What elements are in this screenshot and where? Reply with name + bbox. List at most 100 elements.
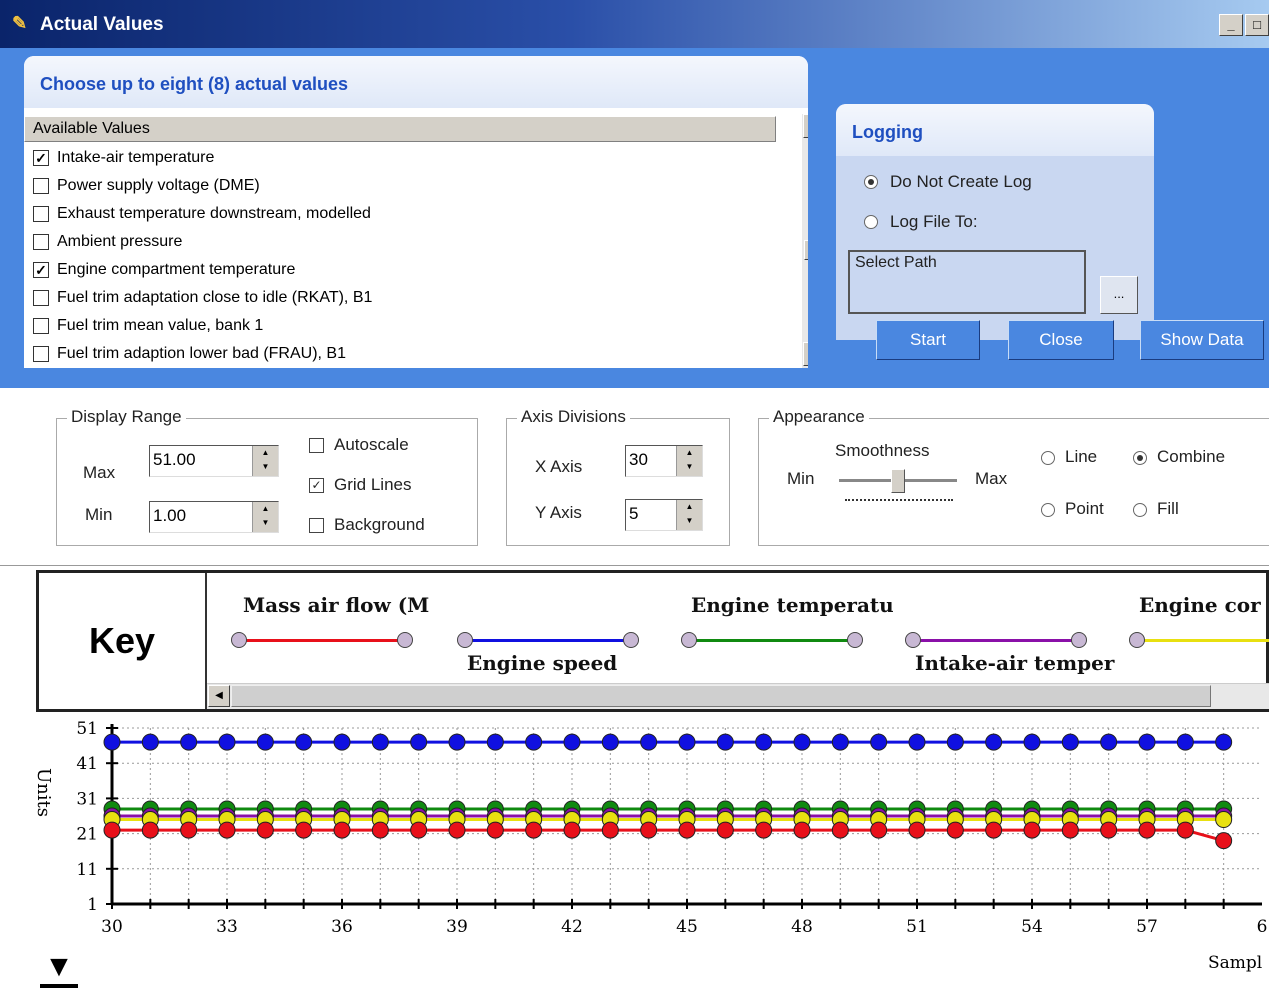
no-log-radio[interactable]: Do Not Create Log [864, 172, 1032, 192]
data-point [180, 821, 198, 839]
key-handle-icon [1129, 632, 1145, 648]
y-tick-label: 1 [87, 895, 98, 915]
list-header[interactable]: Available Values [24, 116, 776, 142]
minimize-button[interactable]: _ [1219, 14, 1243, 36]
point-radio-dot[interactable] [1041, 502, 1055, 517]
list-item[interactable]: ✓ Intake-air temperature [24, 144, 776, 172]
display-range-group: Display Range Max 51.00 ▲ ▼ Min 1.00 ▲ ▼ A… [56, 407, 478, 546]
close-button[interactable]: Close [1008, 320, 1114, 360]
log-file-radio-dot[interactable] [864, 215, 878, 229]
data-point [1061, 733, 1079, 751]
appearance-group: Appearance Smoothness Min Max Line Combi… [758, 407, 1269, 546]
grid-lines-checkbox[interactable]: ✓ Grid Lines [309, 475, 411, 495]
key-legend: Key Mass air flow (M Engine speed Engine… [36, 570, 1269, 712]
max-value[interactable]: 51.00 [153, 450, 196, 469]
scroll-thumb[interactable] [804, 240, 808, 260]
key-label-engine-speed: Engine speed [467, 651, 618, 675]
list-vertical-scrollbar[interactable]: ▲ ▼ [802, 114, 808, 368]
scroll-down-icon[interactable]: ▼ [803, 342, 808, 366]
data-point [1215, 733, 1233, 751]
data-point [946, 821, 964, 839]
data-point [870, 733, 888, 751]
scroll-left-icon[interactable]: ◀ [208, 685, 230, 707]
point-radio[interactable]: Point [1041, 499, 1104, 519]
axis-divisions-group: Axis Divisions X Axis 30 ▲ ▼ Y Axis 5 ▲ ▼ [506, 407, 730, 546]
list-item[interactable]: Power supply voltage (DME) [24, 172, 776, 200]
x-tick-label: 39 [446, 917, 468, 937]
line-radio-dot[interactable] [1041, 450, 1055, 465]
list-item-label: Ambient pressure [57, 233, 183, 250]
max-spin-buttons[interactable]: ▲ ▼ [252, 446, 278, 476]
list-item[interactable]: Fuel trim mean value, bank 1 [24, 312, 776, 340]
data-point [141, 733, 159, 751]
background-checkbox[interactable]: Background [309, 515, 425, 535]
start-button[interactable]: Start [876, 320, 980, 360]
list-item-label: Fuel trim adaption lower bad (FRAU), B1 [57, 345, 346, 362]
x-tick-label: 54 [1021, 917, 1043, 937]
checkbox[interactable] [33, 234, 49, 250]
checkbox[interactable] [33, 206, 49, 222]
data-point [256, 733, 274, 751]
list-item[interactable]: Fuel trim adaption lower bad (FRAU), B1 [24, 340, 776, 368]
no-log-radio-dot[interactable] [864, 175, 878, 189]
checkbox[interactable] [33, 178, 49, 194]
background-box[interactable] [309, 518, 324, 534]
data-point [601, 733, 619, 751]
line-radio[interactable]: Line [1041, 447, 1097, 467]
smoothness-slider-thumb[interactable] [891, 469, 905, 493]
key-handle-icon [905, 632, 921, 648]
select-path-field[interactable]: Select Path [848, 250, 1086, 314]
scroll-up-icon[interactable]: ▲ [803, 114, 808, 138]
display-range-legend: Display Range [67, 407, 186, 427]
x-axis-spin-buttons[interactable]: ▲ ▼ [676, 446, 702, 476]
key-handle-icon [1071, 632, 1087, 648]
x-axis-spinner[interactable]: 30 ▲ ▼ [625, 445, 703, 477]
grid-lines-box[interactable]: ✓ [309, 478, 324, 494]
list-item[interactable]: Ambient pressure [24, 228, 776, 256]
checkbox[interactable]: ✓ [33, 150, 49, 166]
checkbox[interactable] [33, 290, 49, 306]
log-file-radio[interactable]: Log File To: [864, 212, 978, 232]
maximize-button[interactable]: □ [1245, 14, 1269, 36]
y-tick-label: 51 [76, 719, 98, 739]
key-horizontal-scrollbar[interactable]: ◀ [207, 683, 1269, 709]
combine-radio[interactable]: Combine [1133, 447, 1225, 467]
checkbox[interactable] [33, 318, 49, 334]
app-icon: ✎ [12, 13, 28, 33]
key-title: Key [39, 573, 207, 709]
list-item[interactable]: Fuel trim adaptation close to idle (RKAT… [24, 284, 776, 312]
checkbox[interactable] [33, 346, 49, 362]
arrow-down-bar-icon[interactable]: ▼ [40, 952, 78, 988]
browse-button[interactable]: ... [1100, 276, 1138, 314]
x-tick-label: 33 [216, 917, 238, 937]
line-label: Line [1065, 447, 1098, 466]
key-scroll-thumb[interactable] [231, 685, 1211, 707]
data-point [1138, 733, 1156, 751]
fill-radio-dot[interactable] [1133, 502, 1147, 517]
autoscale-box[interactable] [309, 438, 324, 454]
min-spin-buttons[interactable]: ▲ ▼ [252, 502, 278, 532]
data-point [793, 821, 811, 839]
autoscale-checkbox[interactable]: Autoscale [309, 435, 409, 455]
min-spinner[interactable]: 1.00 ▲ ▼ [149, 501, 279, 533]
x-axis-value[interactable]: 30 [629, 450, 648, 469]
x-tick-label: 45 [676, 917, 698, 937]
y-tick-label: 11 [76, 860, 98, 880]
list-item[interactable]: ✓ Engine compartment temperature [24, 256, 776, 284]
combine-radio-dot[interactable] [1133, 450, 1147, 465]
y-tick-label: 21 [76, 825, 98, 845]
y-axis-spin-buttons[interactable]: ▲ ▼ [676, 500, 702, 530]
list-item[interactable]: Exhaust temperature downstream, modelled [24, 200, 776, 228]
fill-radio[interactable]: Fill [1133, 499, 1179, 519]
data-point [640, 733, 658, 751]
data-point [678, 733, 696, 751]
y-axis-spinner[interactable]: 5 ▲ ▼ [625, 499, 703, 531]
y-axis-value[interactable]: 5 [629, 504, 638, 523]
window-controls: _ □ [1219, 14, 1269, 36]
checkbox[interactable]: ✓ [33, 262, 49, 278]
background-label: Background [334, 515, 425, 534]
max-spinner[interactable]: 51.00 ▲ ▼ [149, 445, 279, 477]
min-value[interactable]: 1.00 [153, 506, 186, 525]
smoothness-label: Smoothness [835, 441, 930, 460]
show-data-button[interactable]: Show Data [1140, 320, 1264, 360]
